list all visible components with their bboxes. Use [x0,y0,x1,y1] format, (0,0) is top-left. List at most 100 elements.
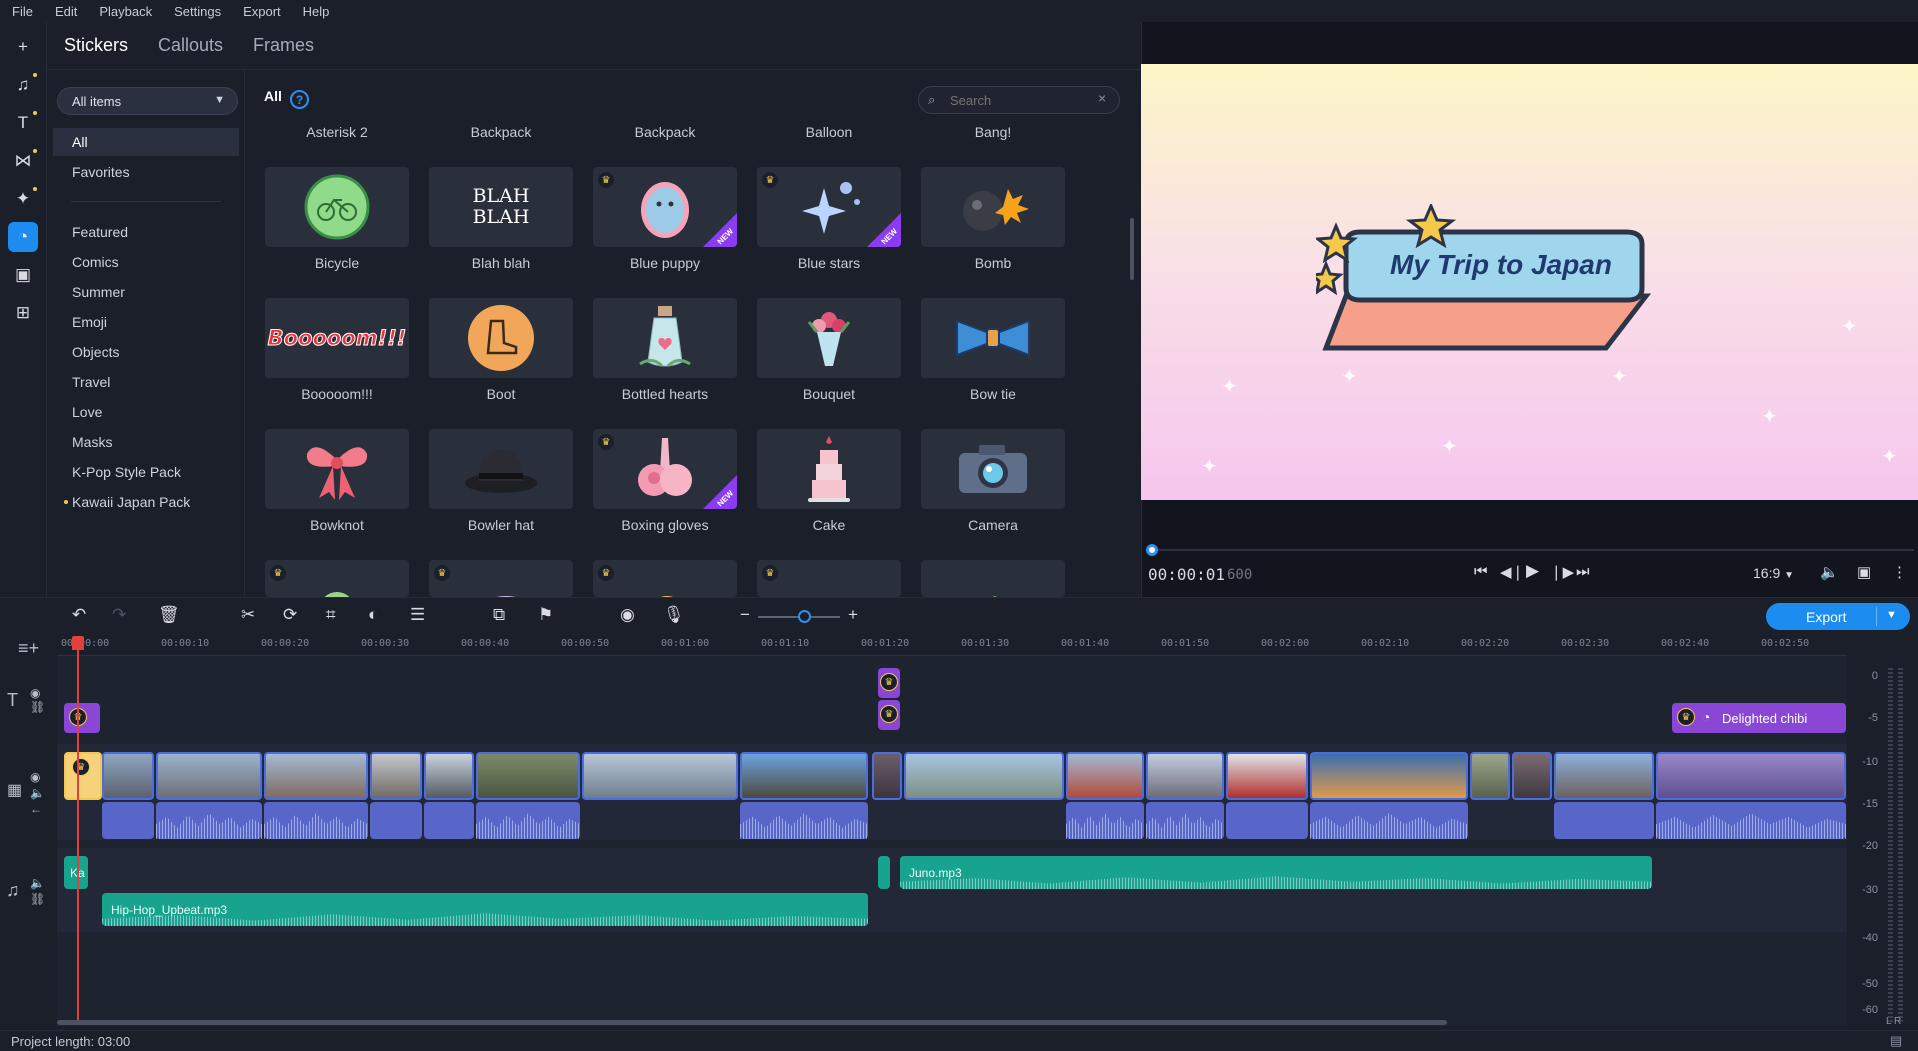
category-love[interactable]: Love [53,398,239,426]
clip-audio[interactable] [1226,802,1308,839]
category-travel[interactable]: Travel [53,368,239,396]
playback-progress-knob[interactable] [1146,544,1158,556]
sticker-partial[interactable]: ♛ [757,560,901,597]
clip-audio[interactable] [264,802,368,839]
plugins-icon[interactable]: ⊞ [8,298,38,328]
menu-playback[interactable]: Playback [99,4,152,19]
export-button[interactable]: Export ▼ [1766,603,1910,630]
record-screen-icon[interactable]: ◉ [620,605,635,625]
video-clip[interactable] [370,752,422,800]
sticker-bowknot[interactable] [265,429,409,509]
playback-progress-track[interactable] [1146,549,1914,551]
help-icon[interactable]: ? [290,90,309,109]
clip-audio[interactable] [1146,802,1224,839]
sticker-blue-puppy[interactable]: ♛ NEW [593,167,737,247]
marker-flag-icon[interactable]: ⚑ [538,605,553,625]
link-icon[interactable]: ⛓ [30,892,45,906]
video-clip[interactable] [156,752,262,800]
category-all[interactable]: All [53,128,239,156]
video-clip[interactable] [264,752,368,800]
more-options-icon[interactable]: ⋮ [1892,563,1907,581]
frame-forward-icon[interactable]: ❘▶ [1550,563,1574,581]
clip-audio[interactable] [424,802,474,839]
video-clip[interactable] [102,752,154,800]
stickers-icon[interactable]: ◔ [8,222,38,252]
sticker-bouquet[interactable] [757,298,901,378]
sticker-bomb[interactable] [921,167,1065,247]
sticker-bottled-hearts[interactable] [593,298,737,378]
delete-icon[interactable]: 🗑 [158,605,180,625]
sticker-bowler-hat[interactable] [429,429,573,509]
play-icon[interactable]: ▶ [1526,561,1539,581]
sticker-clip-delighted-chibi[interactable]: ♛ ◔ Delighted chibi [1672,703,1846,733]
clip-properties-icon[interactable]: ☰ [410,605,425,625]
timeline-area[interactable] [57,656,1847,1026]
grid-scrollbar[interactable] [1130,218,1134,280]
clip-audio[interactable] [102,802,154,839]
sticker-camera[interactable] [921,429,1065,509]
video-clip[interactable] [872,752,902,800]
undo-icon[interactable]: ↶ [72,605,86,625]
video-clip[interactable] [740,752,868,800]
sticker-bicycle[interactable] [265,167,409,247]
category-masks[interactable]: Masks [53,428,239,456]
video-clip[interactable] [476,752,580,800]
zoom-out-icon[interactable]: − [740,605,750,625]
clip-audio[interactable] [476,802,580,839]
sticker-cake[interactable] [757,429,901,509]
frame-back-icon[interactable]: ◀❘ [1500,563,1524,581]
video-clip[interactable] [1656,752,1846,800]
sticker-clip[interactable]: ♛ [64,703,100,733]
video-clip[interactable] [1066,752,1144,800]
clip-audio[interactable] [740,802,868,839]
add-track-icon[interactable]: ≡+ [18,638,39,659]
playhead[interactable] [77,636,79,1021]
tab-frames[interactable]: Frames [253,35,314,56]
menu-file[interactable]: File [12,4,33,19]
menu-export[interactable]: Export [243,4,281,19]
arrow-icon[interactable]: ← [30,802,42,816]
clip-audio[interactable] [1310,802,1468,839]
time-ruler[interactable]: 00:00:00 00:00:10 00:00:20 00:00:30 00:0… [57,634,1847,656]
clip-audio[interactable] [1066,802,1144,839]
music-clip-juno[interactable]: Juno.mp3 [900,856,1652,889]
sticker-partial[interactable]: ♛ [265,560,409,597]
filters-icon[interactable]: ✦ [8,184,38,214]
video-clip[interactable] [1310,752,1468,800]
music-clip[interactable] [878,856,890,889]
clip-audio[interactable] [1554,802,1654,839]
menu-edit[interactable]: Edit [55,4,77,19]
sticker-boot[interactable] [429,298,573,378]
video-clip[interactable] [424,752,474,800]
category-kawaii-japan[interactable]: Kawaii Japan Pack [53,488,239,516]
sticker-booooom[interactable]: Booooom!!! [265,298,409,378]
preview-canvas[interactable]: ✦ ✦ ✦ ✦ ✦ ✦ ✦ ✦ My Trip to Japan [1141,64,1918,500]
color-adjust-icon[interactable]: ◐ [368,605,378,625]
grid-view-icon[interactable]: ▤ [1890,1033,1902,1049]
sticker-blue-stars[interactable]: ♛ NEW [757,167,901,247]
sticker-blah-blah[interactable]: BLAH BLAH [429,167,573,247]
category-featured[interactable]: Featured [53,218,239,246]
video-clip[interactable] [1554,752,1654,800]
video-clip[interactable] [1470,752,1510,800]
clip-audio[interactable] [1656,802,1846,839]
tab-callouts[interactable]: Callouts [158,35,223,56]
more-tools-icon[interactable]: ▣ [8,260,38,290]
timeline-scrollbar[interactable] [57,1020,1447,1025]
menu-settings[interactable]: Settings [174,4,221,19]
clip-audio[interactable] [370,802,422,839]
zoom-slider-knob[interactable] [798,610,811,623]
sticker-boxing-gloves[interactable]: ♛ NEW [593,429,737,509]
sticker-partial[interactable] [921,560,1065,597]
skip-end-icon[interactable]: ⏭ [1576,563,1590,580]
music-clip-hiphop[interactable]: Hip-Hop_Upbeat.mp3 [102,893,868,926]
insert-icon[interactable]: ⧉ [493,605,505,625]
volume-icon[interactable]: 🔈 [1820,563,1839,581]
close-icon[interactable]: × [1098,90,1106,106]
sticker-clip[interactable]: ♛ [878,668,900,698]
chevron-down-icon[interactable]: ▼ [1886,609,1897,621]
sticker-bow-tie[interactable] [921,298,1065,378]
zoom-in-icon[interactable]: + [848,605,858,625]
sticker-partial[interactable]: ♛ [429,560,573,597]
microphone-icon[interactable]: 🎙 [663,605,685,625]
